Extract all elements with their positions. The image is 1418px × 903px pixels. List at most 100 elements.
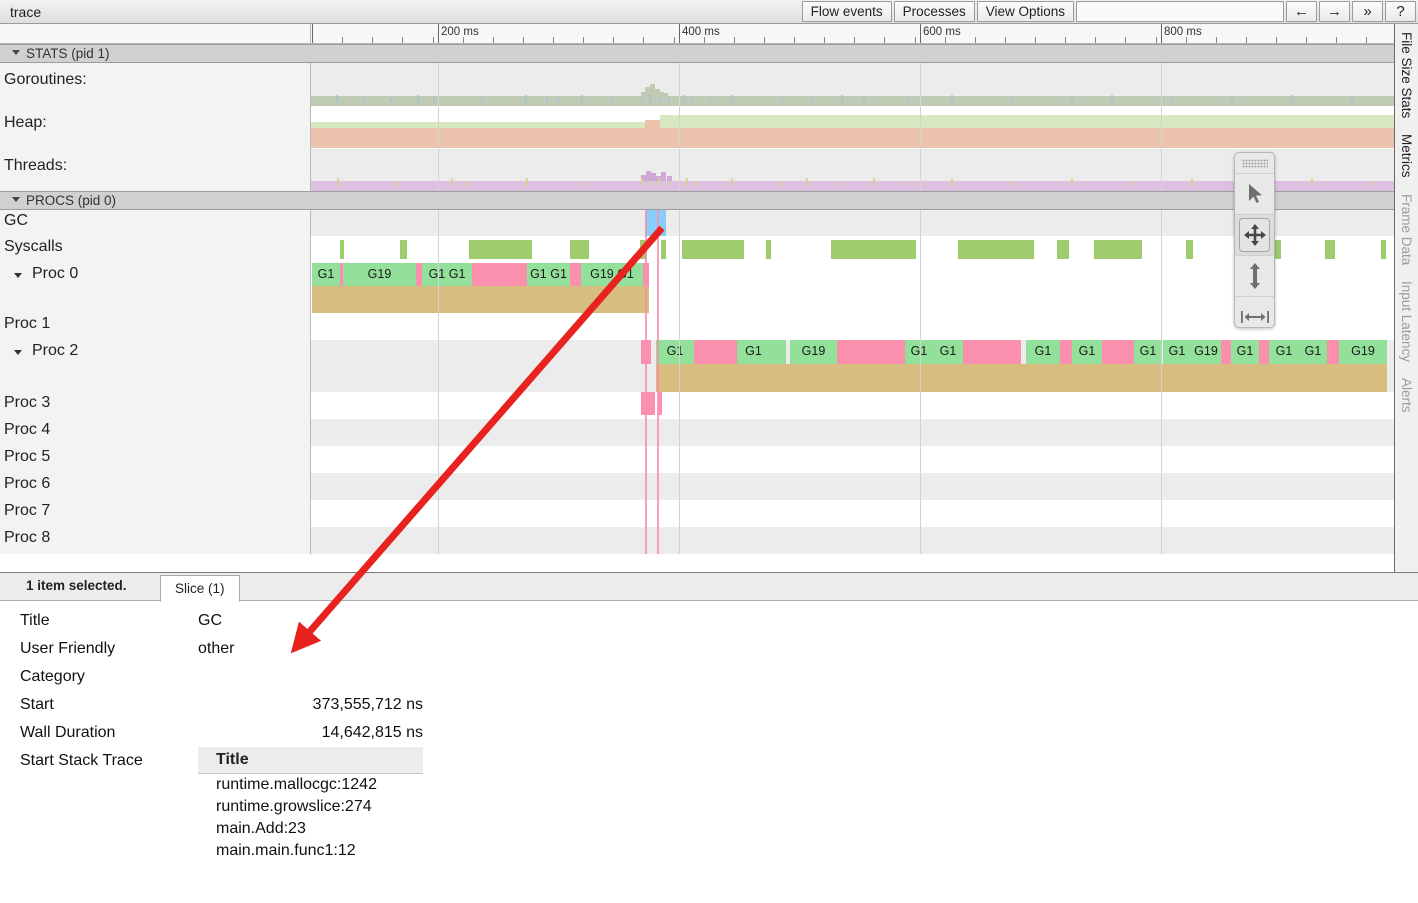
overflow-menu-button[interactable]: » [1352,1,1383,22]
widget-drag-handle[interactable] [1235,153,1274,174]
syscall-slice[interactable] [661,240,666,259]
search-prev-button[interactable]: ← [1286,1,1317,22]
proc-slice[interactable] [1060,340,1072,364]
right-tab-frame-data[interactable]: Frame Data [1395,186,1418,273]
proc-slice[interactable] [641,392,655,415]
proc-slice[interactable] [570,263,581,286]
proc-slice[interactable] [837,340,905,364]
proc-slice[interactable]: G1 [933,340,963,364]
proc-slice[interactable]: G19 [343,263,416,286]
track-canvas[interactable] [311,392,1418,419]
ruler-minor-tick [1035,37,1036,43]
expand-triangle-icon[interactable] [14,273,22,278]
syscall-slice[interactable] [1094,240,1142,259]
proc-slice[interactable]: G19 [1191,340,1221,364]
track-row-gc[interactable]: GC [0,210,1418,236]
track-row-heap[interactable]: Heap: [0,106,1418,149]
gc-slice-selected[interactable] [645,210,666,236]
proc-slice[interactable]: G1 [656,340,694,364]
proc-slice[interactable]: G1 [1269,340,1299,364]
view-options-button[interactable]: View Options [976,1,1074,22]
syscall-slice[interactable] [400,240,407,259]
pan-tool-button[interactable] [1235,215,1274,256]
proc-slice[interactable]: G1 [1231,340,1259,364]
proc-slice[interactable] [770,340,786,364]
proc0-summary-bar[interactable] [312,286,649,313]
track-canvas-heap[interactable] [311,106,1418,149]
proc-slice[interactable]: G1 G1 [422,263,472,286]
track-canvas[interactable] [311,419,1418,446]
track-row-threads[interactable]: Threads: [0,149,1418,191]
tab-slice[interactable]: Slice (1) [160,575,240,602]
track-row-proc-5[interactable]: Proc 5 [0,446,1418,473]
right-tab-file-size-stats[interactable]: File Size Stats [1395,24,1418,126]
track-canvas[interactable] [311,527,1418,554]
proc2-summary-bar[interactable] [656,364,1387,392]
collapse-triangle-icon[interactable] [12,50,20,55]
track-canvas[interactable] [311,446,1418,473]
proc-slice[interactable]: G19 G1 [581,263,643,286]
proc-slice[interactable]: G1 [905,340,933,364]
syscall-slice[interactable] [766,240,771,259]
syscall-slice[interactable] [340,240,344,259]
horizontal-fit-tool-button[interactable] [1235,297,1274,337]
proc-slice[interactable]: G1 [1026,340,1060,364]
proc-slice[interactable] [472,263,527,286]
syscall-slice[interactable] [570,240,589,259]
proc-slice[interactable]: G19 [1339,340,1387,364]
proc-slice[interactable]: G1 [737,340,770,364]
syscall-slice[interactable] [958,240,1034,259]
track-row-syscalls[interactable]: Syscalls [0,236,1418,263]
proc-slice[interactable]: G1 [1163,340,1191,364]
proc-slice[interactable]: G1 [1072,340,1102,364]
syscall-slice[interactable] [469,240,532,259]
track-canvas[interactable] [311,473,1418,500]
track-row-proc-7[interactable]: Proc 7 [0,500,1418,527]
proc-slice[interactable] [1102,340,1134,364]
track-canvas[interactable] [311,500,1418,527]
proc-slice[interactable]: G1 [1134,340,1162,364]
collapse-triangle-icon[interactable] [12,197,20,202]
timeline-ruler[interactable]: 200 ms 400 ms 600 ms 800 ms [0,24,1418,44]
select-tool-button[interactable] [1235,174,1274,215]
flow-events-button[interactable]: Flow events [801,1,892,22]
navigation-tool-widget[interactable] [1234,152,1275,328]
proc-slice[interactable] [1259,340,1269,364]
proc-slice[interactable]: G1 [312,263,340,286]
track-row-proc-6[interactable]: Proc 6 [0,473,1418,500]
group-header-procs[interactable]: PROCS (pid 0) X [0,191,1418,210]
right-tab-metrics[interactable]: Metrics [1395,126,1418,186]
help-button[interactable]: ? [1385,1,1416,22]
proc-slice[interactable] [1327,340,1339,364]
syscall-slice[interactable] [1325,240,1335,259]
proc-slice[interactable] [963,340,1021,364]
track-canvas-goroutines[interactable] [311,63,1418,106]
proc-slice[interactable] [1221,340,1231,364]
syscall-slice[interactable] [1186,240,1193,259]
proc-slice[interactable]: G1 G1 [527,263,570,286]
proc-slice[interactable] [694,340,737,364]
track-canvas[interactable]: G1 G1 G19 G1 G1 G1 G1 G1 G1 G19 G1 G1 G1 G19 [311,340,1418,392]
expand-triangle-icon[interactable] [14,350,22,355]
search-input[interactable] [1076,1,1284,22]
vertical-zoom-tool-button[interactable] [1235,256,1274,297]
track-row-proc-4[interactable]: Proc 4 [0,419,1418,446]
track-row-proc-3[interactable]: Proc 3 [0,392,1418,419]
syscall-slice[interactable] [682,240,744,259]
right-tab-alerts[interactable]: Alerts [1395,370,1418,421]
track-row-proc-0[interactable]: Proc 0 G1 G19 G1 G1 G1 G1 G19 G1 [0,263,1418,313]
proc-slice[interactable]: G1 [1299,340,1327,364]
track-row-goroutines[interactable]: Goroutines: [0,63,1418,106]
syscall-slice[interactable] [1057,240,1069,259]
proc-slice[interactable]: G19 [790,340,837,364]
syscall-slice[interactable] [831,240,916,259]
processes-button[interactable]: Processes [893,1,975,22]
track-row-proc-8[interactable]: Proc 8 [0,527,1418,554]
syscall-slice[interactable] [1381,240,1386,259]
search-next-button[interactable]: → [1319,1,1350,22]
right-tab-input-latency[interactable]: Input Latency [1395,273,1418,370]
track-row-proc-1[interactable]: Proc 1 [0,313,1418,340]
group-header-stats[interactable]: STATS (pid 1) X [0,44,1418,63]
track-row-proc-2[interactable]: Proc 2 G1 G1 G19 G1 G1 G1 G1 G1 G1 G19 G1 G1 G1 G19 [0,340,1418,392]
timeline-body[interactable]: STATS (pid 1) X Goroutines: Heap: [0,44,1418,572]
